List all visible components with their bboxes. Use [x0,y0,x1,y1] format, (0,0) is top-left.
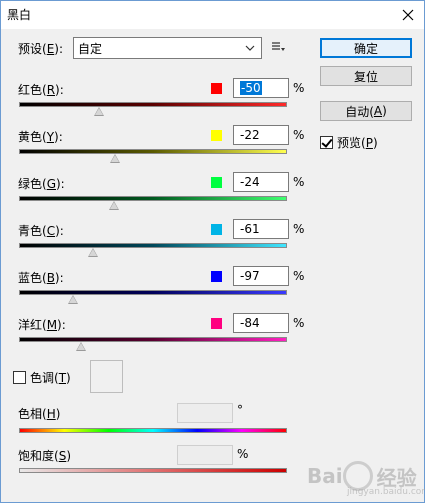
close-button[interactable] [392,1,424,29]
channel-slider-magenta[interactable] [19,337,287,342]
channel-value-yellow: -22 [240,128,260,142]
channel-swatch-red [211,83,222,94]
preset-value: 自定 [78,41,103,56]
channel-value-magenta: -84 [240,316,260,330]
saturation-slider-track[interactable] [19,468,287,473]
tint-checkbox[interactable] [13,371,26,384]
preset-label: 预设(E): [18,42,64,56]
hue-slider-track[interactable] [19,428,287,433]
channel-slider-cyan[interactable] [19,243,287,248]
title-bar: 黑白 [1,1,424,29]
channel-percent-yellow: % [293,128,305,142]
hue-label: 色相(H) [18,407,61,421]
channel-slider-yellow[interactable] [19,149,287,154]
baidu-watermark: Bai 经验 jingyan.baidu.com [307,453,425,499]
black-white-dialog: 黑白 预设(E): 自定 确定 复位 自动(A) 预览(P) 红色(R): -50… [0,0,425,503]
channel-label-blue: 蓝色(B): [18,271,64,285]
channel-swatch-yellow [211,130,222,141]
channel-percent-red: % [293,81,305,95]
channel-percent-green: % [293,175,305,189]
channel-swatch-magenta [211,318,222,329]
channel-value-cyan: -61 [240,222,260,236]
channel-label-green: 绿色(G): [18,177,65,191]
reset-button[interactable]: 复位 [320,66,412,86]
channel-slider-red[interactable] [19,102,287,107]
channel-slider-thumb-green[interactable] [108,201,119,210]
preset-select[interactable]: 自定 [73,37,262,59]
channel-percent-blue: % [293,269,305,283]
saturation-unit: % [237,447,249,461]
channel-input-magenta[interactable]: -84 [233,313,289,333]
channel-slider-blue[interactable] [19,290,287,295]
tint-color-swatch[interactable] [90,360,123,393]
channel-swatch-blue [211,271,222,282]
channel-percent-magenta: % [293,316,305,330]
tint-label: 色调(T) [30,371,71,385]
preview-checkbox[interactable] [320,136,333,149]
channel-label-yellow: 黄色(Y): [18,130,63,144]
watermark-text: Bai [307,464,343,488]
chevron-down-icon [245,45,255,51]
saturation-input[interactable] [177,445,233,465]
channel-swatch-green [211,177,222,188]
channel-slider-green[interactable] [19,196,287,201]
watermark-url: jingyan.baidu.com [347,487,425,497]
channel-slider-thumb-blue[interactable] [68,295,79,304]
saturation-label: 饱和度(S) [18,449,71,463]
ok-button[interactable]: 确定 [320,38,412,58]
channel-percent-cyan: % [293,222,305,236]
channel-slider-thumb-cyan[interactable] [88,248,99,257]
channel-input-blue[interactable]: -97 [233,266,289,286]
hue-unit: ° [237,403,243,417]
channel-input-green[interactable]: -24 [233,172,289,192]
window-title: 黑白 [7,8,32,22]
channel-slider-thumb-magenta[interactable] [76,342,87,351]
channel-slider-thumb-red[interactable] [94,107,105,116]
channel-slider-thumb-yellow[interactable] [109,154,120,163]
preset-options-icon[interactable] [271,41,285,53]
channel-input-yellow[interactable]: -22 [233,125,289,145]
close-icon [402,9,414,21]
hue-input[interactable] [177,403,233,423]
channel-value-red: -50 [240,81,262,95]
channel-value-green: -24 [240,175,260,189]
auto-button[interactable]: 自动(A) [320,101,412,121]
channel-label-magenta: 洋红(M): [18,318,66,332]
channel-input-red[interactable]: -50 [233,78,289,98]
channel-label-red: 红色(R): [18,83,64,97]
channel-label-cyan: 青色(C): [18,224,64,238]
channel-value-blue: -97 [240,269,260,283]
channel-swatch-cyan [211,224,222,235]
channel-input-cyan[interactable]: -61 [233,219,289,239]
preview-label: 预览(P) [337,136,378,150]
